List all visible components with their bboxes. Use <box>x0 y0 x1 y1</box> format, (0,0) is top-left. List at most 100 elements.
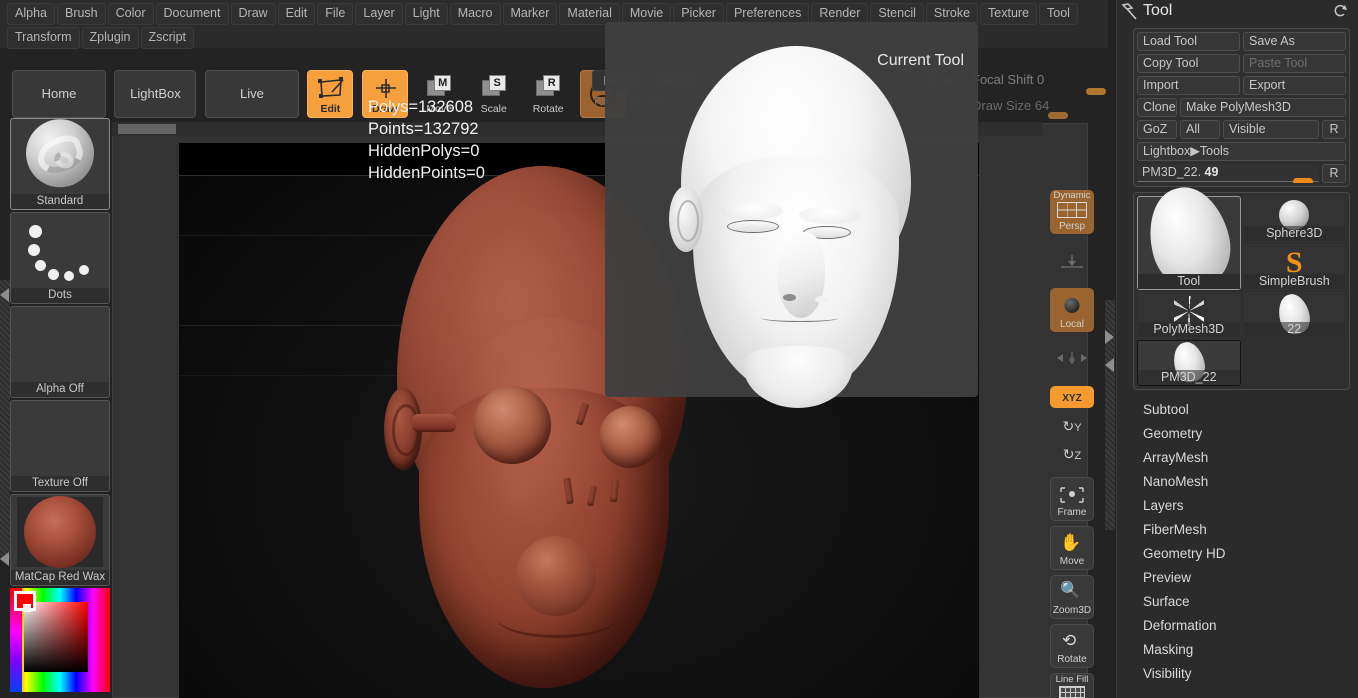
left-tray-arrow-down-icon[interactable] <box>0 552 9 566</box>
menu-zscript[interactable]: Zscript <box>140 27 194 49</box>
right-tray-arrow-left-icon[interactable] <box>1105 358 1114 372</box>
alpha-off-icon <box>11 307 109 381</box>
frame-button[interactable]: Frame <box>1050 477 1094 521</box>
tool-slider-knob[interactable] <box>1293 178 1313 183</box>
tool-thumb-22[interactable]: 22 <box>1242 291 1346 338</box>
color-picker[interactable] <box>10 588 110 692</box>
draw-size-slider[interactable]: Draw Size 64 <box>972 98 1049 113</box>
left-tray-handle[interactable] <box>0 280 10 560</box>
live-boolean-button[interactable]: Live Boolean <box>204 70 299 147</box>
save-as-button[interactable]: Save As <box>1243 32 1346 51</box>
edit-mode-button[interactable]: Edit <box>307 70 354 118</box>
color-gradient-area[interactable] <box>24 602 88 672</box>
tool-thumb-pm3d-22[interactable]: PM3D_22 <box>1137 339 1241 386</box>
subpalette-subtool[interactable]: Subtool <box>1133 398 1358 422</box>
tool-io-group: Load Tool Save As Copy Tool Paste Tool I… <box>1133 28 1350 187</box>
goz-all-button[interactable]: All <box>1180 120 1220 139</box>
clone-button[interactable]: Clone <box>1137 98 1177 117</box>
focal-shift-slider[interactable]: Focal Shift 0 <box>972 72 1044 87</box>
subpalette-preview[interactable]: Preview <box>1133 566 1358 590</box>
polyframe-button[interactable]: Line Fill PolyF <box>1050 673 1094 698</box>
tool-subpalette-list: Subtool Geometry ArrayMesh NanoMesh Layers Fi… <box>1133 398 1358 686</box>
zoom3d-button[interactable]: 🔍 Zoom3D <box>1050 575 1094 619</box>
menu-alpha[interactable]: Alpha <box>7 3 55 25</box>
copy-tool-button[interactable]: Copy Tool <box>1137 54 1240 73</box>
tool-thumb-simplebrush[interactable]: S SimpleBrush <box>1242 244 1346 290</box>
focal-shift-knob[interactable] <box>1086 88 1106 95</box>
export-button[interactable]: Export <box>1243 76 1346 95</box>
subpalette-fibermesh[interactable]: FiberMesh <box>1133 518 1358 542</box>
subpalette-arraymesh[interactable]: ArrayMesh <box>1133 446 1358 470</box>
tool-thumb-polymesh3d[interactable]: PolyMesh3D <box>1137 292 1241 338</box>
stroke-swatch[interactable]: Dots <box>10 212 110 304</box>
material-swatch[interactable]: MatCap Red Wax <box>10 494 110 586</box>
refresh-icon[interactable] <box>1332 3 1348 19</box>
home-page-button[interactable]: Home Page <box>12 70 106 147</box>
current-tool-popup[interactable]: Current Tool <box>605 22 978 408</box>
tool-slider-r-button[interactable]: R <box>1322 164 1346 183</box>
tool-name-slider[interactable]: PM3D_22. 49 <box>1137 164 1319 183</box>
menu-marker[interactable]: Marker <box>502 3 558 25</box>
subpalette-visibility[interactable]: Visibility <box>1133 662 1358 686</box>
menu-layer[interactable]: Layer <box>355 3 403 25</box>
goz-r-button[interactable]: R <box>1322 120 1346 139</box>
tool-slider-name: PM3D_22. <box>1142 165 1202 179</box>
load-tool-button[interactable]: Load Tool <box>1137 32 1240 51</box>
menu-file[interactable]: File <box>317 3 354 25</box>
menu-edit[interactable]: Edit <box>277 3 316 25</box>
rotate-z-icon: ↻ <box>1062 446 1075 462</box>
perspective-grid-icon <box>1057 202 1087 218</box>
rotate-z-button[interactable]: ↻Z <box>1050 441 1094 467</box>
make-polymesh3d-button[interactable]: Make PolyMesh3D <box>1180 98 1346 117</box>
subpalette-geometry[interactable]: Geometry <box>1133 422 1358 446</box>
subpalette-geometry-hd[interactable]: Geometry HD <box>1133 542 1358 566</box>
floor-button[interactable]: Y Floor <box>1050 239 1094 283</box>
tool-thumb-sphere3d[interactable]: Sphere3D <box>1242 196 1346 242</box>
tool-panel-header: Tool <box>1117 0 1358 26</box>
tool-thumb-current[interactable]: Tool <box>1137 179 1241 296</box>
menu-draw[interactable]: Draw <box>230 3 276 25</box>
subpalette-deformation[interactable]: Deformation <box>1133 614 1358 638</box>
stroke-dots-icon <box>11 213 109 287</box>
move-hand-icon: ✋ <box>1060 533 1082 552</box>
goz-button[interactable]: GoZ <box>1137 120 1177 139</box>
move-view-button[interactable]: ✋ Move <box>1050 526 1094 570</box>
menu-light[interactable]: Light <box>404 3 448 25</box>
local-button[interactable]: Local <box>1050 288 1094 332</box>
right-tray-arrow-right-icon[interactable] <box>1105 330 1114 344</box>
alpha-swatch[interactable]: Alpha Off <box>10 306 110 398</box>
move-view-label: Move <box>1059 556 1085 567</box>
menu-tool[interactable]: Tool <box>1039 3 1078 25</box>
local-symmetry-button[interactable]: L.Sym <box>1050 337 1094 381</box>
lightbox-button[interactable]: LightBox <box>114 70 197 118</box>
rotate-view-button[interactable]: ⟲ Rotate <box>1050 624 1094 668</box>
texture-swatch[interactable]: Texture Off <box>10 400 110 492</box>
draw-size-knob[interactable] <box>1048 112 1068 119</box>
menu-document[interactable]: Document <box>155 3 229 25</box>
menu-texture[interactable]: Texture <box>980 3 1038 25</box>
brush-swatch[interactable]: Standard <box>10 118 110 210</box>
lightbox-tools-button[interactable]: Lightbox▶Tools <box>1137 142 1346 161</box>
subpalette-surface[interactable]: Surface <box>1133 590 1358 614</box>
subpalette-nanomesh[interactable]: NanoMesh <box>1133 470 1358 494</box>
color-cursor-icon[interactable] <box>23 604 31 612</box>
scrollbar-thumb[interactable] <box>118 124 176 134</box>
goz-visible-button[interactable]: Visible <box>1223 120 1319 139</box>
edit-label: Edit <box>320 103 341 115</box>
subpalette-masking[interactable]: Masking <box>1133 638 1358 662</box>
menu-brush[interactable]: Brush <box>56 3 106 25</box>
left-tray-arrow-up-icon[interactable] <box>0 288 9 302</box>
menu-color[interactable]: Color <box>107 3 154 25</box>
xyz-rotate-button[interactable]: XYZ <box>1050 386 1094 408</box>
menu-transform[interactable]: Transform <box>7 27 80 49</box>
stat-hidden-polys: HiddenPolys=0 <box>368 142 480 160</box>
import-button[interactable]: Import <box>1137 76 1240 95</box>
menu-macro[interactable]: Macro <box>449 3 501 25</box>
rotate-y-button[interactable]: ↻Y <box>1050 413 1094 439</box>
brush-label: Standard <box>11 194 109 209</box>
subpalette-layers[interactable]: Layers <box>1133 494 1358 518</box>
menu-zplugin[interactable]: Zplugin <box>81 27 139 49</box>
stat-points: Points=132792 <box>368 120 479 138</box>
perspective-button[interactable]: Dynamic Persp <box>1050 190 1094 234</box>
material-matcap-icon <box>17 496 103 568</box>
